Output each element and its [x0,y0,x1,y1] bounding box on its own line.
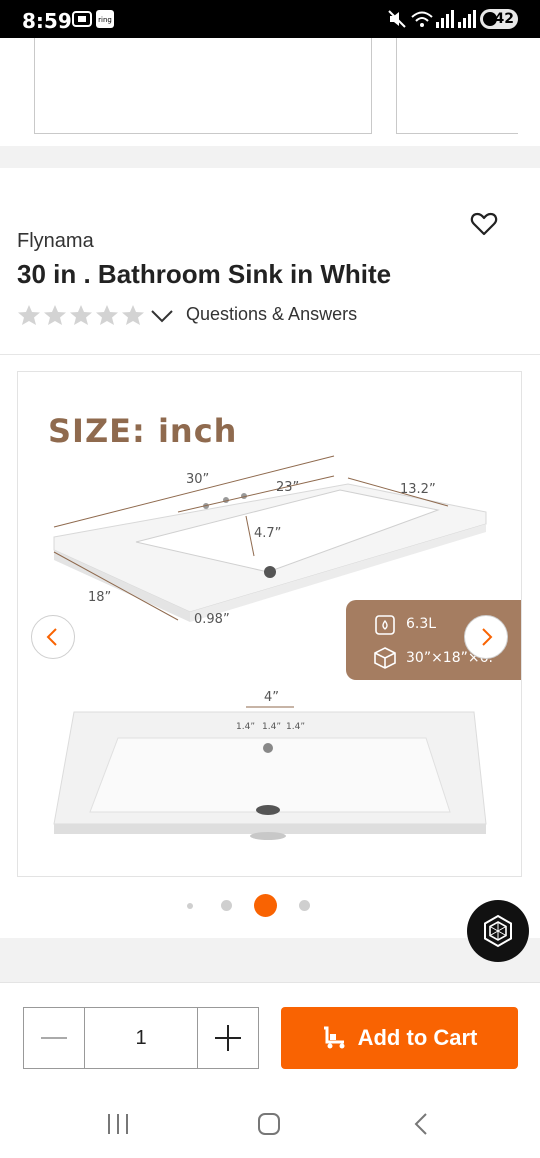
wifi-icon [411,11,433,27]
decrease-quantity-button[interactable] [24,1008,84,1068]
dimension-side: 18” [88,590,112,605]
chevron-down-icon[interactable] [150,306,174,326]
mute-icon [388,10,406,28]
questions-answers-link[interactable]: Questions & Answers [186,304,357,325]
signal-icon [436,10,476,28]
carousel-prev-button[interactable] [31,615,75,659]
product-brand[interactable]: Flynama [17,230,94,253]
dimension-depth: 4.7” [254,526,282,541]
carousel-dots [0,894,540,918]
battery-indicator: 42 [480,9,518,29]
related-product-card[interactable] [396,38,518,134]
battery-saver-icon [483,12,497,26]
chevron-left-icon [46,628,57,646]
dimension-thickness: 0.98” [194,612,230,627]
related-product-card[interactable] [34,38,372,134]
spec-volume: 6.3L [406,616,437,632]
quantity-input[interactable]: 1 [84,1008,198,1068]
carousel-dot[interactable] [299,900,310,911]
rating-stars[interactable] [17,304,145,326]
heart-icon[interactable] [470,210,498,238]
dimension-width: 13.2” [400,482,436,497]
ring-icon: ring [96,10,114,28]
dimension-faucet-span: 4” [264,690,280,705]
box-icon [374,647,396,669]
star-icon [44,305,66,325]
dimension-length: 30” [186,472,210,487]
chevron-right-icon [482,628,493,646]
section-separator [0,938,540,982]
quantity-stepper: 1 [23,1007,259,1069]
star-icon [70,305,92,325]
status-bar: 8:59 ring 42 [0,0,540,38]
cart-bar: 1 Add to Cart [0,982,540,1083]
home-icon[interactable] [257,1112,281,1136]
svg-text:ring: ring [98,16,112,24]
dimension-basin-length: 23” [276,480,300,495]
add-to-cart-label: Add to Cart [357,1025,478,1050]
star-icon [122,305,144,325]
product-image[interactable]: SIZE: inch 30” 23” 13.2” 4.7” 18” 0.98” … [17,371,522,877]
carousel-dot[interactable] [187,903,193,909]
photo-icon [72,11,92,27]
cart-icon [323,1026,345,1049]
carousel-next-button[interactable] [464,615,508,659]
status-time: 8:59 [22,9,72,33]
star-icon [18,305,40,325]
product-title: 30 in . Bathroom Sink in White [17,259,392,289]
dimension-hole-a: 1.4” [236,722,255,732]
system-nav-bar [0,1090,540,1158]
star-icon [96,305,118,325]
minus-icon [41,1037,67,1039]
add-to-cart-button[interactable]: Add to Cart [281,1007,518,1069]
chat-button[interactable] [467,900,529,962]
increase-quantity-button[interactable] [198,1008,258,1068]
back-icon[interactable] [412,1112,430,1136]
carousel-dot-active[interactable] [254,894,277,917]
recents-icon[interactable] [106,1113,130,1135]
dimension-hole-c: 1.4” [286,722,305,732]
chat-icon [484,914,512,948]
battery-level: 42 [494,11,514,27]
divider [0,354,540,355]
plus-icon [215,1025,241,1051]
water-volume-icon [375,615,395,635]
carousel-dot[interactable] [221,900,232,911]
section-separator [0,146,540,168]
dimension-hole-b: 1.4” [262,722,281,732]
